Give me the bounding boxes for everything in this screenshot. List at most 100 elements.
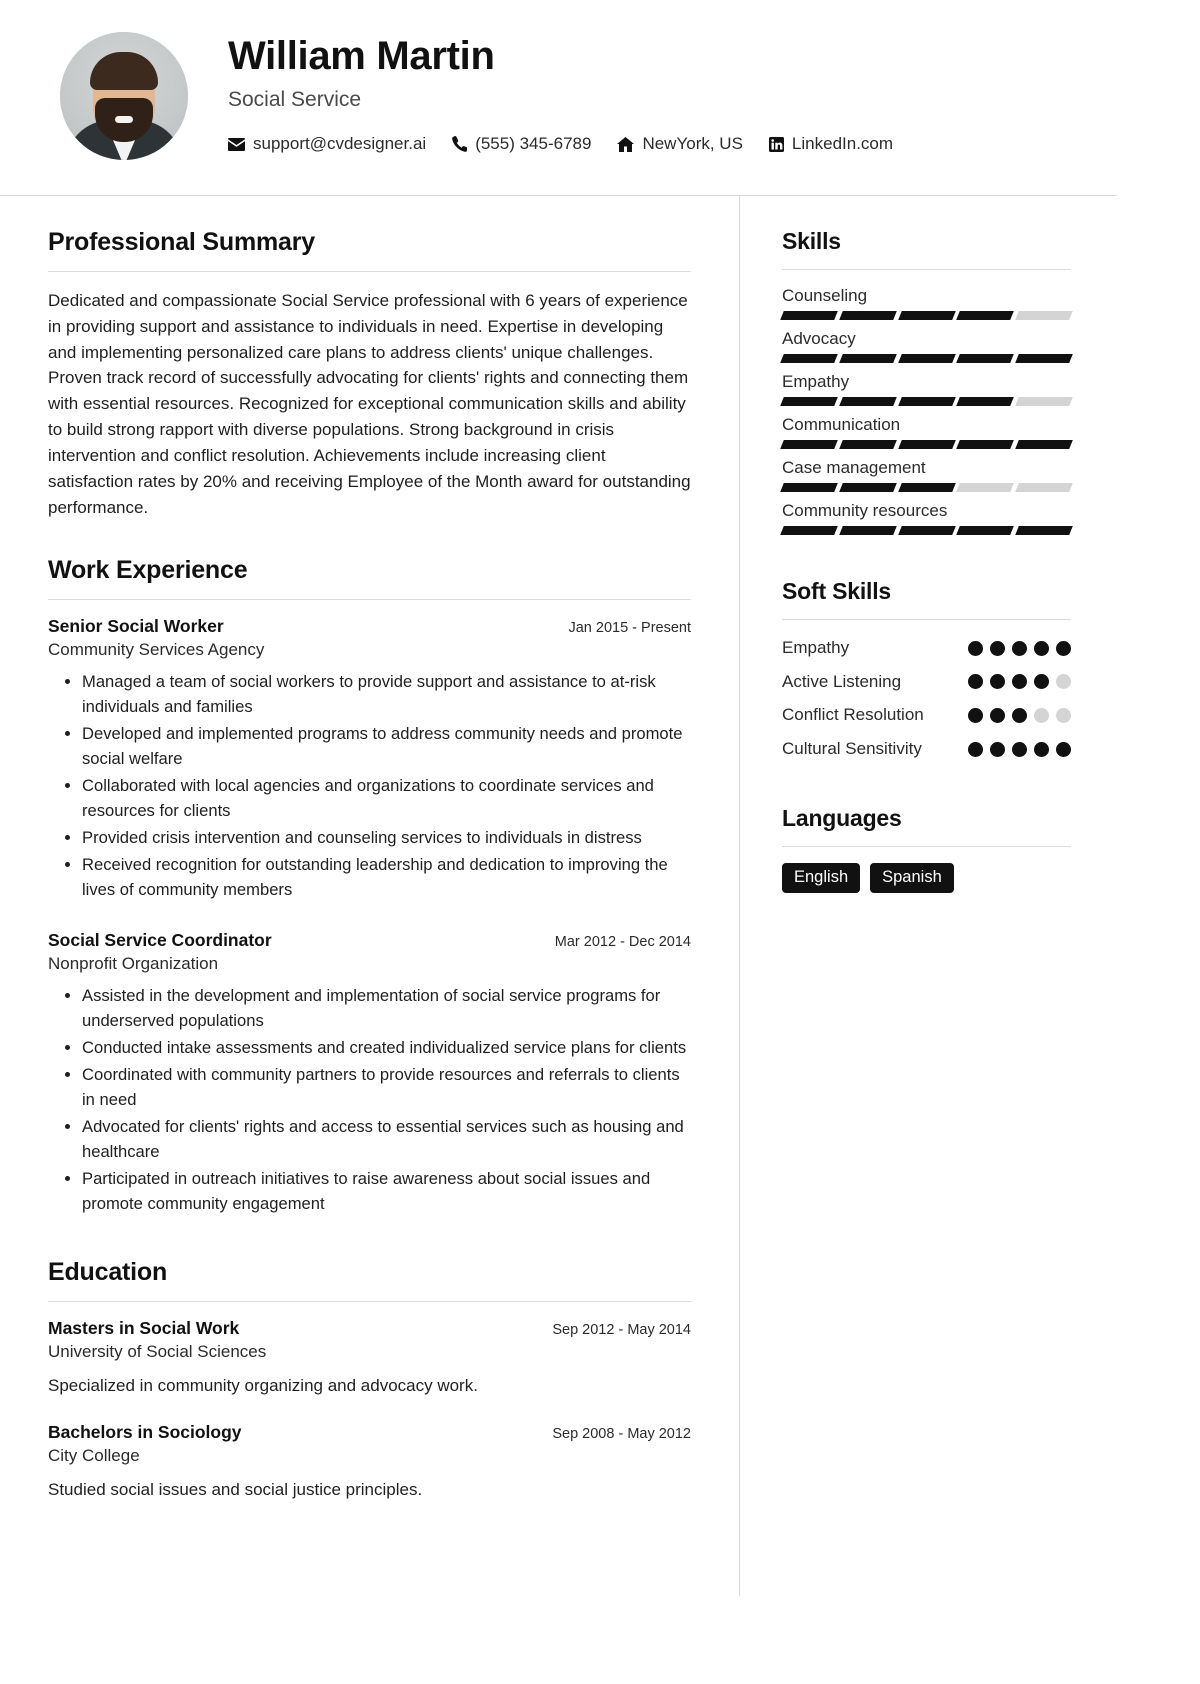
section-title-education: Education <box>48 1258 168 1287</box>
skill-bar-segment <box>1015 483 1073 492</box>
skill-bar <box>780 311 1073 320</box>
section-title-summary: Professional Summary <box>48 228 315 256</box>
education-date: Sep 2008 - May 2012 <box>552 1426 691 1443</box>
section-title-experience: Work Experience <box>48 556 248 585</box>
skill-bar-segment <box>897 354 956 363</box>
linkedin-icon <box>768 136 784 152</box>
skill-bar-segment <box>838 397 897 406</box>
skill-bar-segment <box>838 483 897 492</box>
skill-bar <box>780 440 1073 449</box>
skill-label: Communication <box>782 415 901 434</box>
experience-date: Jan 2015 - Present <box>568 620 691 637</box>
soft-skill-label: Cultural Sensitivity <box>782 738 922 758</box>
skill-bar-segment <box>780 483 838 492</box>
soft-skill-rating <box>968 741 1071 757</box>
list-item: Coordinated with community partners to p… <box>82 1063 691 1113</box>
soft-skill-label: Active Listening <box>782 671 902 691</box>
language-chip: Spanish <box>870 862 954 894</box>
contact-email-value: support@cvdesigner.ai <box>253 134 427 153</box>
languages-list: English Spanish <box>782 862 1071 894</box>
skill-bar-segment <box>780 311 838 320</box>
skill-bar-segment <box>780 354 838 363</box>
skill-bar-segment <box>780 526 838 535</box>
contact-email[interactable]: support@cvdesigner.ai <box>228 134 426 154</box>
section-title-languages: Languages <box>782 804 902 831</box>
skill-bar-segment <box>838 354 897 363</box>
contact-linkedin-value: LinkedIn.com <box>791 134 894 153</box>
section-title-soft-skills: Soft Skills <box>782 578 891 604</box>
education-item: Bachelors in Sociology Sep 2008 - May 20… <box>48 1422 691 1500</box>
list-item: Conducted intake assessments and created… <box>82 1036 691 1061</box>
list-item: Collaborated with local agencies and org… <box>82 774 691 824</box>
contact-phone[interactable]: (555) 345-6789 <box>452 134 591 154</box>
rating-dot <box>968 640 983 656</box>
skill-bar-segment <box>897 526 956 535</box>
contact-linkedin[interactable]: LinkedIn.com <box>768 134 894 154</box>
contact-phone-value: (555) 345-6789 <box>475 134 592 153</box>
skill-bar <box>780 483 1073 492</box>
list-item: Advocated for clients' rights and access… <box>82 1115 691 1165</box>
divider <box>48 599 691 601</box>
skill-bar-segment <box>956 354 1015 363</box>
experience-bullets: Managed a team of social workers to prov… <box>48 670 691 902</box>
skill-row: Empathy <box>780 372 1073 406</box>
list-item: Provided crisis intervention and counsel… <box>82 826 691 851</box>
section-skills: Skills Counseling Advocacy Empathy Communic… <box>780 228 1073 535</box>
experience-date: Mar 2012 - Dec 2014 <box>554 934 691 951</box>
skill-bar-segment <box>1015 440 1073 449</box>
skill-bar-segment <box>897 483 956 492</box>
rating-dot <box>1034 674 1049 690</box>
skill-label: Advocacy <box>782 329 856 348</box>
skill-row: Counseling <box>780 286 1073 320</box>
rating-dot <box>1012 741 1027 757</box>
education-description: Studied social issues and social justice… <box>48 1480 423 1500</box>
skill-bar-segment <box>838 440 897 449</box>
section-languages: Languages English Spanish <box>782 805 1071 894</box>
rating-dot <box>990 708 1005 724</box>
list-item: Received recognition for outstanding lea… <box>82 853 691 903</box>
avatar-mouth <box>115 116 133 123</box>
rating-dot <box>990 640 1005 656</box>
skill-label: Counseling <box>782 286 868 305</box>
sidebar-column: Skills Counseling Advocacy Empathy Communic… <box>740 196 1117 1596</box>
avatar-eye-left <box>98 84 106 89</box>
rating-dot <box>1034 741 1049 757</box>
divider <box>48 1301 691 1303</box>
skill-bar-segment <box>838 526 897 535</box>
rating-dot <box>1056 674 1071 690</box>
skills-list: Counseling Advocacy Empathy Communication Ca… <box>780 286 1073 535</box>
experience-organization: Community Services Agency <box>48 640 265 660</box>
soft-skill-rating <box>968 640 1071 656</box>
skill-bar-segment <box>897 397 956 406</box>
skill-row: Community resources <box>780 501 1073 535</box>
summary-text: Dedicated and compassionate Social Servi… <box>48 291 691 517</box>
section-soft-skills: Soft Skills Empathy Active Listening Confl… <box>782 578 1071 762</box>
experience-organization: Nonprofit Organization <box>48 954 219 974</box>
rating-dot <box>1012 674 1027 690</box>
soft-skill-row: Empathy <box>782 636 1071 661</box>
job-title: Social Service <box>228 88 362 111</box>
soft-skill-label: Empathy <box>782 638 850 657</box>
skill-row: Communication <box>780 415 1073 449</box>
avatar-eye-right <box>142 84 150 89</box>
rating-dot <box>968 708 983 724</box>
skill-bar <box>780 526 1073 535</box>
contact-location[interactable]: NewYork, US <box>617 134 743 154</box>
email-icon <box>228 137 245 151</box>
skill-bar-segment <box>780 440 838 449</box>
education-description: Specialized in community organizing and … <box>48 1376 478 1396</box>
experience-header: Senior Social Worker Jan 2015 - Present <box>48 616 691 637</box>
education-item: Masters in Social Work Sep 2012 - May 20… <box>48 1318 691 1396</box>
rating-dot <box>1034 640 1049 656</box>
home-icon <box>617 136 635 152</box>
skill-bar-segment <box>1015 354 1073 363</box>
soft-skill-row: Active Listening <box>782 670 1071 695</box>
skill-bar-segment <box>897 440 956 449</box>
skill-bar <box>780 397 1073 406</box>
rating-dot <box>990 741 1005 757</box>
list-item: Developed and implemented programs to ad… <box>82 722 691 772</box>
